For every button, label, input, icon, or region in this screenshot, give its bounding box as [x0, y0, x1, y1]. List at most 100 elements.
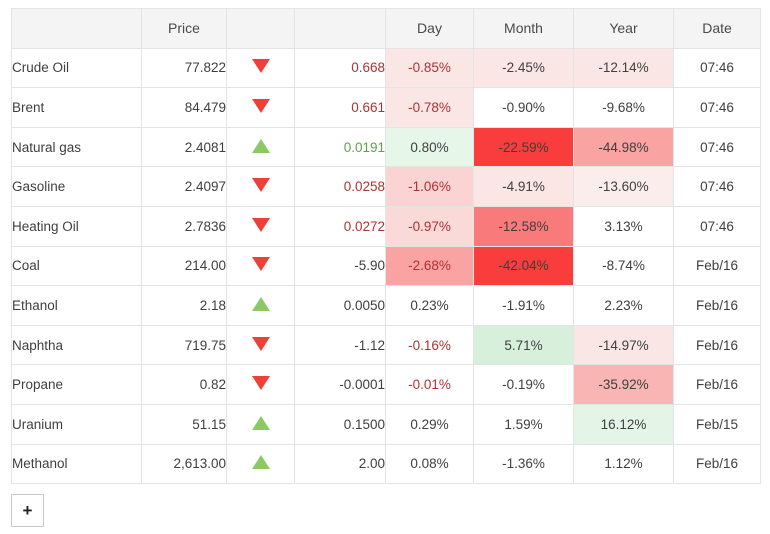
commodities-quote-panel: Price Day Month Year Date Crude Oil 77.82…	[11, 8, 761, 534]
header-row: Price Day Month Year Date	[11, 8, 761, 49]
column-header-arrow[interactable]	[226, 8, 295, 49]
column-header-name[interactable]	[11, 8, 142, 49]
cell-commodity-name: Crude Oil	[11, 47, 142, 89]
cell-year-pct: -13.60%	[573, 166, 674, 207]
cell-date: 07:46	[673, 87, 761, 128]
cell-month-pct: -2.45%	[473, 47, 574, 89]
arrow-down-icon	[226, 87, 295, 128]
arrow-down-icon	[226, 166, 295, 207]
cell-date: 07:46	[673, 126, 761, 168]
cell-month-pct: -42.04%	[473, 245, 574, 287]
table-row[interactable]: Natural gas 2.4081 0.0191 0.80% -22.59% -44.9…	[11, 126, 761, 168]
cell-month-pct: -1.91%	[473, 285, 574, 326]
triangle-down-glyph	[251, 178, 270, 193]
cell-date: 07:46	[673, 205, 761, 247]
table-row[interactable]: Ethanol 2.18 0.0050 0.23% -1.91% 2.23% Feb/16	[11, 285, 761, 326]
commodities-table: Price Day Month Year Date Crude Oil 77.82…	[11, 8, 761, 485]
cell-year-pct: -8.74%	[573, 245, 674, 287]
cell-day-pct: -0.97%	[385, 205, 474, 247]
triangle-down-glyph	[251, 98, 270, 113]
table-row[interactable]: Coal 214.00 -5.90 -2.68% -42.04% -8.74% Feb/16	[11, 245, 761, 287]
cell-day-pct: 0.29%	[385, 403, 474, 445]
cell-year-pct: -14.97%	[573, 324, 674, 366]
column-header-price[interactable]: Price	[141, 8, 227, 49]
cell-year-pct: -12.14%	[573, 47, 674, 89]
cell-price: 51.15	[141, 403, 227, 445]
cell-change-value: 0.668	[294, 47, 386, 89]
column-header-date[interactable]: Date	[673, 8, 761, 49]
cell-year-pct: -9.68%	[573, 87, 674, 128]
cell-price: 2.4097	[141, 166, 227, 207]
triangle-down-glyph	[251, 217, 270, 232]
cell-price: 84.479	[141, 87, 227, 128]
column-header-day[interactable]: Day	[385, 8, 474, 49]
cell-date: Feb/16	[673, 324, 761, 366]
cell-day-pct: -0.85%	[385, 47, 474, 89]
cell-date: Feb/16	[673, 245, 761, 287]
cell-commodity-name: Naphtha	[11, 324, 142, 366]
triangle-up-glyph	[251, 455, 270, 470]
table-row[interactable]: Crude Oil 77.822 0.668 -0.85% -2.45% -12.14% 0…	[11, 47, 761, 89]
cell-month-pct: -22.59%	[473, 126, 574, 168]
table-row[interactable]: Naphtha 719.75 -1.12 -0.16% 5.71% -14.97% Feb/…	[11, 324, 761, 366]
cell-commodity-name: Heating Oil	[11, 205, 142, 247]
cell-price: 2.4081	[141, 126, 227, 168]
cell-date: 07:46	[673, 47, 761, 89]
cell-price: 77.822	[141, 47, 227, 89]
column-header-change[interactable]	[294, 8, 386, 49]
cell-price: 214.00	[141, 245, 227, 287]
triangle-up-glyph	[251, 415, 270, 430]
cell-price: 0.82	[141, 364, 227, 405]
add-row-button[interactable]: +	[11, 494, 44, 528]
cell-commodity-name: Brent	[11, 87, 142, 128]
cell-month-pct: -0.90%	[473, 87, 574, 128]
cell-change-value: 0.0258	[294, 166, 386, 207]
arrow-down-icon	[226, 205, 295, 247]
cell-day-pct: -0.16%	[385, 324, 474, 366]
table-row[interactable]: Brent 84.479 0.661 -0.78% -0.90% -9.68% 07:46	[11, 87, 761, 128]
arrow-down-icon	[226, 324, 295, 366]
table-row[interactable]: Propane 0.82 -0.0001 -0.01% -0.19% -35.92% Feb…	[11, 364, 761, 405]
triangle-down-glyph	[251, 257, 270, 272]
add-row-toolbar: +	[11, 494, 760, 534]
cell-date: Feb/16	[673, 443, 761, 485]
cell-month-pct: -1.36%	[473, 443, 574, 485]
cell-change-value: 0.1500	[294, 403, 386, 445]
cell-change-value: -0.0001	[294, 364, 386, 405]
cell-day-pct: -1.06%	[385, 166, 474, 207]
column-header-month[interactable]: Month	[473, 8, 574, 49]
table-row[interactable]: Gasoline 2.4097 0.0258 -1.06% -4.91% -13.60% 0…	[11, 166, 761, 207]
cell-commodity-name: Ethanol	[11, 285, 142, 326]
table-body: Crude Oil 77.822 0.668 -0.85% -2.45% -12.14% 0…	[11, 47, 761, 485]
cell-commodity-name: Methanol	[11, 443, 142, 485]
cell-price: 719.75	[141, 324, 227, 366]
cell-year-pct: 3.13%	[573, 205, 674, 247]
cell-price: 2,613.00	[141, 443, 227, 485]
cell-commodity-name: Gasoline	[11, 166, 142, 207]
arrow-up-icon	[226, 403, 295, 445]
cell-month-pct: -0.19%	[473, 364, 574, 405]
cell-date: 07:46	[673, 166, 761, 207]
cell-change-value: 0.661	[294, 87, 386, 128]
cell-commodity-name: Coal	[11, 245, 142, 287]
triangle-down-glyph	[251, 59, 270, 74]
table-row[interactable]: Uranium 51.15 0.1500 0.29% 1.59% 16.12% Feb/15	[11, 403, 761, 445]
cell-change-value: -5.90	[294, 245, 386, 287]
table-row[interactable]: Heating Oil 2.7836 0.0272 -0.97% -12.58% 3.13…	[11, 205, 761, 247]
cell-year-pct: 2.23%	[573, 285, 674, 326]
arrow-up-icon	[226, 126, 295, 168]
cell-commodity-name: Uranium	[11, 403, 142, 445]
arrow-down-icon	[226, 364, 295, 405]
cell-change-value: 0.0050	[294, 285, 386, 326]
cell-day-pct: -0.78%	[385, 87, 474, 128]
cell-date: Feb/16	[673, 364, 761, 405]
triangle-down-glyph	[251, 376, 270, 391]
column-header-year[interactable]: Year	[573, 8, 674, 49]
cell-day-pct: 0.80%	[385, 126, 474, 168]
cell-year-pct: -35.92%	[573, 364, 674, 405]
cell-year-pct: -44.98%	[573, 126, 674, 168]
table-row[interactable]: Methanol 2,613.00 2.00 0.08% -1.36% 1.12% Feb/…	[11, 443, 761, 485]
cell-price: 2.7836	[141, 205, 227, 247]
cell-change-value: 0.0272	[294, 205, 386, 247]
cell-day-pct: 0.08%	[385, 443, 474, 485]
